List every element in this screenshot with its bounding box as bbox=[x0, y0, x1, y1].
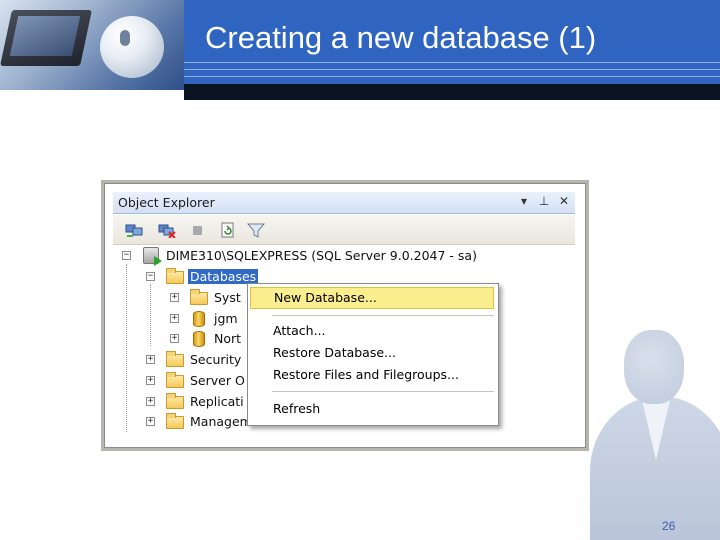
header-rule-lines bbox=[184, 62, 720, 84]
menu-item-attach[interactable]: Attach... bbox=[250, 320, 494, 342]
db-child-label: Nort bbox=[214, 331, 242, 346]
db-child-label: jgm bbox=[214, 311, 238, 326]
databases-label: Databases bbox=[188, 269, 259, 284]
expand-icon[interactable]: + bbox=[170, 293, 179, 302]
mouse-wheel-image bbox=[120, 30, 130, 46]
folder-icon bbox=[166, 413, 184, 429]
folder-icon bbox=[166, 372, 184, 388]
filter-icon[interactable] bbox=[247, 222, 265, 238]
close-icon[interactable]: ✕ bbox=[557, 194, 571, 208]
folder-icon bbox=[166, 351, 184, 367]
expand-icon[interactable]: + bbox=[170, 334, 179, 343]
laptop-screen-image bbox=[9, 16, 81, 56]
menu-separator bbox=[272, 315, 494, 316]
expand-icon[interactable]: + bbox=[170, 314, 179, 323]
menu-item-new-database[interactable]: New Database... bbox=[250, 287, 494, 309]
folder-icon bbox=[166, 268, 184, 284]
server-label: DIME310\SQLEXPRESS (SQL Server 9.0.2047 … bbox=[166, 248, 477, 263]
server-child-label: Server O bbox=[190, 373, 245, 388]
menu-separator bbox=[272, 391, 494, 392]
header-photo bbox=[0, 0, 184, 90]
menu-item-restore-database[interactable]: Restore Database... bbox=[250, 342, 494, 364]
expand-icon[interactable]: + bbox=[146, 376, 155, 385]
background-person-image bbox=[590, 300, 720, 540]
expand-icon[interactable]: + bbox=[146, 397, 155, 406]
db-child-label: Syst bbox=[214, 290, 241, 305]
server-child-label: Replicati bbox=[190, 394, 244, 409]
folder-icon bbox=[190, 289, 208, 305]
server-child-label: Security bbox=[190, 352, 242, 367]
window-position-dropdown-icon[interactable]: ▾ bbox=[517, 194, 531, 208]
computer-mouse-image bbox=[100, 16, 164, 78]
stop-icon[interactable] bbox=[193, 226, 202, 235]
database-icon bbox=[193, 331, 205, 347]
object-explorer-toolbar bbox=[113, 215, 575, 245]
tree-node-server[interactable]: − DIME310\SQLEXPRESS (SQL Server 9.0.204… bbox=[113, 246, 573, 266]
folder-icon bbox=[166, 393, 184, 409]
context-menu: New Database... Attach... Restore Databa… bbox=[247, 283, 499, 426]
page-number: 26 bbox=[662, 519, 676, 533]
slide-title: Creating a new database (1) bbox=[205, 20, 597, 55]
expand-icon[interactable]: + bbox=[146, 355, 155, 364]
database-icon bbox=[193, 311, 205, 327]
expand-icon[interactable]: + bbox=[146, 417, 155, 426]
collapse-icon[interactable]: − bbox=[122, 251, 131, 260]
object-explorer-title: Object Explorer bbox=[118, 195, 215, 210]
server-icon bbox=[143, 247, 162, 266]
refresh-icon[interactable] bbox=[219, 222, 237, 238]
object-explorer-titlebar: Object Explorer ▾ ⊥ ✕ bbox=[113, 192, 575, 214]
collapse-icon[interactable]: − bbox=[146, 272, 155, 281]
header-dark-band bbox=[184, 84, 720, 100]
disconnect-icon[interactable] bbox=[158, 222, 176, 238]
pin-icon[interactable]: ⊥ bbox=[537, 194, 551, 208]
connect-icon[interactable] bbox=[125, 222, 143, 238]
slide-header: Creating a new database (1) bbox=[0, 0, 720, 100]
menu-item-restore-files-filegroups[interactable]: Restore Files and Filegroups... bbox=[250, 364, 494, 386]
menu-item-refresh[interactable]: Refresh bbox=[250, 398, 494, 420]
